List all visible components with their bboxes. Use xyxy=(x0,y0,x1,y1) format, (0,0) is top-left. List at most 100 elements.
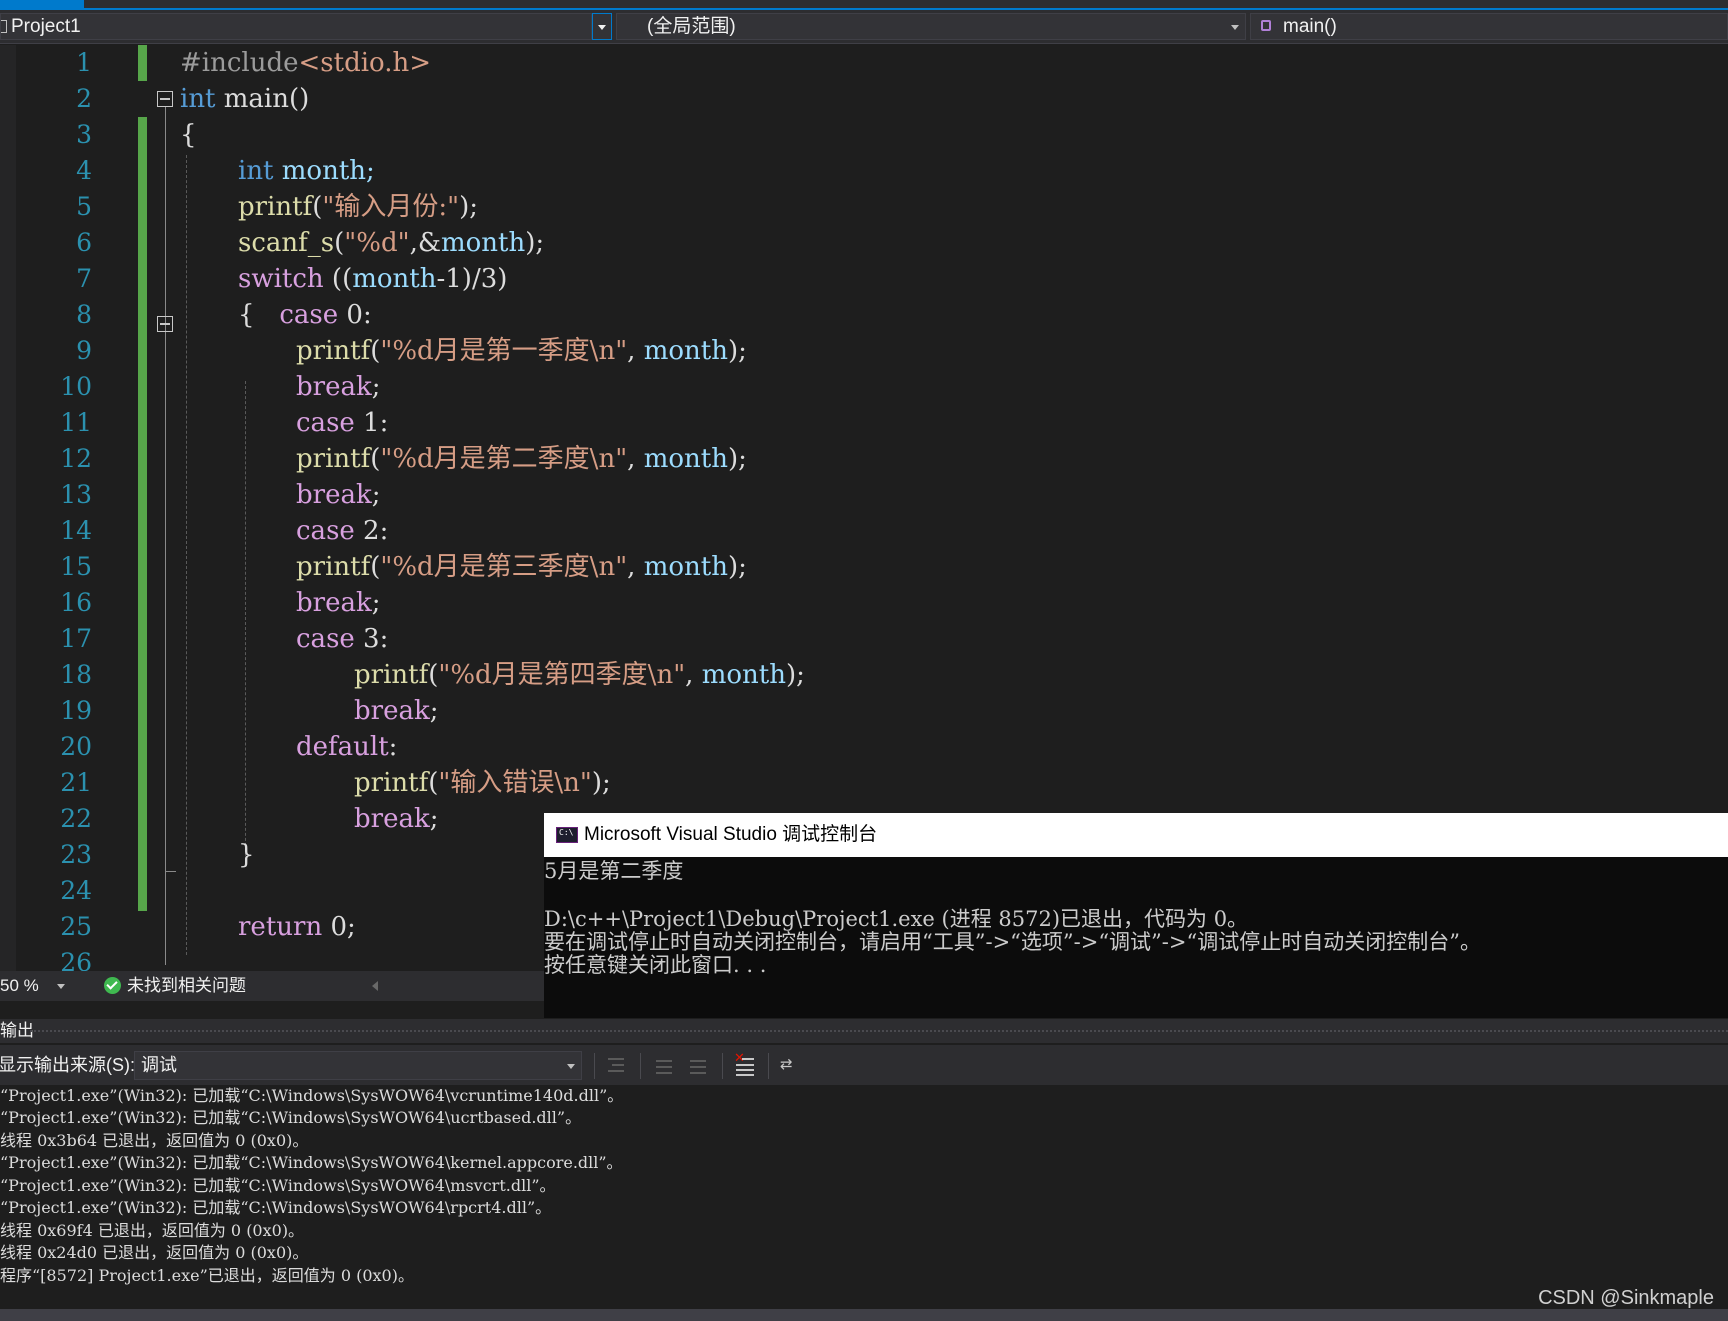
word-wrap-button[interactable]: ⇄ xyxy=(780,1054,802,1076)
debug-console-window[interactable]: Microsoft Visual Studio 调试控制台 5月是第二季度 D:… xyxy=(544,813,1728,1018)
token: ( xyxy=(334,228,345,258)
project-file-icon xyxy=(1,20,7,33)
output-source-select[interactable]: 调试 xyxy=(134,1051,582,1080)
code-line-5[interactable]: printf("输入月份:"); xyxy=(238,189,478,225)
code-line-10[interactable]: break; xyxy=(296,369,380,405)
code-line-12[interactable]: printf("%d月是第二季度\n", month); xyxy=(296,441,747,477)
fold-collapse-icon[interactable] xyxy=(157,91,173,107)
token: ); xyxy=(525,228,545,258)
fold-collapse-icon[interactable] xyxy=(157,316,173,332)
output-panel-header[interactable]: 输出 xyxy=(0,1019,1728,1043)
indent-guide xyxy=(186,155,187,955)
method-cube-icon xyxy=(1261,20,1271,31)
token: ; xyxy=(371,480,381,510)
clear-all-button[interactable]: ✕ xyxy=(734,1051,756,1076)
scope-dropdown[interactable]: (全局范围) xyxy=(616,13,1246,40)
token: ( xyxy=(370,444,381,474)
line-number: 9 xyxy=(76,336,92,365)
code-line-8[interactable]: { case 0: xyxy=(238,297,372,333)
token: "%d月是第二季度\n" xyxy=(380,444,628,474)
code-line-11[interactable]: case 1: xyxy=(296,405,388,441)
output-text-area[interactable]: “Project1.exe”(Win32): 已加载“C:\Windows\Sy… xyxy=(0,1085,1728,1309)
code-line-21[interactable]: printf("输入错误\n"); xyxy=(354,765,611,801)
next-message-button[interactable] xyxy=(688,1054,710,1076)
token: month xyxy=(352,264,437,294)
line-number: 7 xyxy=(76,264,92,293)
code-line-9[interactable]: printf("%d月是第一季度\n", month); xyxy=(296,333,747,369)
code-line-23[interactable]: } xyxy=(238,837,255,873)
toolbar-separator xyxy=(722,1053,723,1079)
token: #include xyxy=(180,48,299,78)
previous-message-button[interactable] xyxy=(654,1054,676,1076)
code-line-25[interactable]: return 0; xyxy=(238,909,356,945)
project-dropdown-button[interactable] xyxy=(592,13,612,40)
icon-stroke xyxy=(608,1070,624,1072)
code-line-17[interactable]: case 3: xyxy=(296,621,388,657)
code-line-13[interactable]: break; xyxy=(296,477,380,513)
issues-text: 未找到相关问题 xyxy=(127,976,246,995)
find-message-in-code-button[interactable] xyxy=(606,1054,628,1076)
line-number: 13 xyxy=(60,480,92,509)
line-number: 2 xyxy=(76,84,92,113)
console-title: Microsoft Visual Studio 调试控制台 xyxy=(584,824,878,845)
change-indicator xyxy=(138,117,147,911)
active-document-tab[interactable] xyxy=(0,0,84,8)
output-line: “Project1.exe”(Win32): 已加载“C:\Windows\Sy… xyxy=(0,1176,556,1195)
code-line-7[interactable]: switch ((month-1)/3) xyxy=(238,261,507,297)
change-indicator xyxy=(138,45,147,81)
scope-value: (全局范围) xyxy=(647,16,736,37)
chevron-down-icon xyxy=(567,1064,575,1069)
code-line-14[interactable]: case 2: xyxy=(296,513,388,549)
token: 2: xyxy=(354,516,389,546)
code-line-1[interactable]: #include<stdio.h> xyxy=(180,45,431,81)
code-line-16[interactable]: break; xyxy=(296,585,380,621)
scroll-left-arrow-icon[interactable] xyxy=(372,981,378,991)
line-number: 10 xyxy=(60,372,92,401)
icon-stroke xyxy=(656,1066,672,1068)
token: ( xyxy=(370,552,381,582)
code-line-4[interactable]: int month; xyxy=(238,153,375,189)
line-number: 16 xyxy=(60,588,92,617)
check-circle-icon xyxy=(104,977,121,994)
word-wrap-icon: ⇄ xyxy=(780,1055,793,1073)
token: , xyxy=(627,336,644,366)
token: ; xyxy=(429,696,439,726)
token: ); xyxy=(591,768,611,798)
token: 1: xyxy=(354,408,389,438)
console-title-bar[interactable]: Microsoft Visual Studio 调试控制台 xyxy=(544,813,1728,857)
navigation-bar: Project1 (全局范围) main() xyxy=(0,10,1728,44)
token: ); xyxy=(727,444,747,474)
function-dropdown[interactable]: main() xyxy=(1250,13,1728,40)
token: main() xyxy=(215,84,310,114)
document-tab-strip xyxy=(0,0,1728,10)
code-line-6[interactable]: scanf_s("%d",&month); xyxy=(238,225,544,261)
issues-indicator[interactable]: 未找到相关问题 xyxy=(104,971,246,1001)
output-line: “Project1.exe”(Win32): 已加载“C:\Windows\Sy… xyxy=(0,1198,552,1217)
toolbar-separator xyxy=(594,1053,595,1079)
code-line-20[interactable]: default: xyxy=(296,729,397,765)
project-dropdown[interactable]: Project1 xyxy=(0,13,592,40)
code-line-19[interactable]: break; xyxy=(354,693,438,729)
output-line: “Project1.exe”(Win32): 已加载“C:\Windows\Sy… xyxy=(0,1086,624,1105)
token: "输入月份:" xyxy=(322,192,460,222)
token: break xyxy=(354,696,430,726)
icon-stroke xyxy=(690,1066,706,1068)
arrow-down-list-icon xyxy=(690,1060,706,1062)
icon-stroke xyxy=(656,1072,672,1074)
code-line-2[interactable]: int main() xyxy=(180,81,309,117)
output-panel-title: 输出 xyxy=(0,1021,34,1040)
token: , xyxy=(627,552,644,582)
token: printf xyxy=(354,660,429,690)
token: printf xyxy=(354,768,429,798)
code-line-18[interactable]: printf("%d月是第四季度\n", month); xyxy=(354,657,805,693)
code-line-15[interactable]: printf("%d月是第三季度\n", month); xyxy=(296,549,747,585)
fold-range-line xyxy=(165,107,166,965)
token: break xyxy=(296,480,372,510)
editor-status-bar: 50 % 未找到相关问题 xyxy=(0,971,544,1001)
arrow-up-list-icon xyxy=(656,1060,672,1062)
token: month xyxy=(643,552,728,582)
code-line-22[interactable]: break; xyxy=(354,801,438,837)
output-line: 程序“[8572] Project1.exe”已退出，返回值为 0 (0x0)。 xyxy=(0,1266,414,1285)
token: (( xyxy=(323,264,353,294)
code-line-3[interactable]: { xyxy=(180,117,197,153)
